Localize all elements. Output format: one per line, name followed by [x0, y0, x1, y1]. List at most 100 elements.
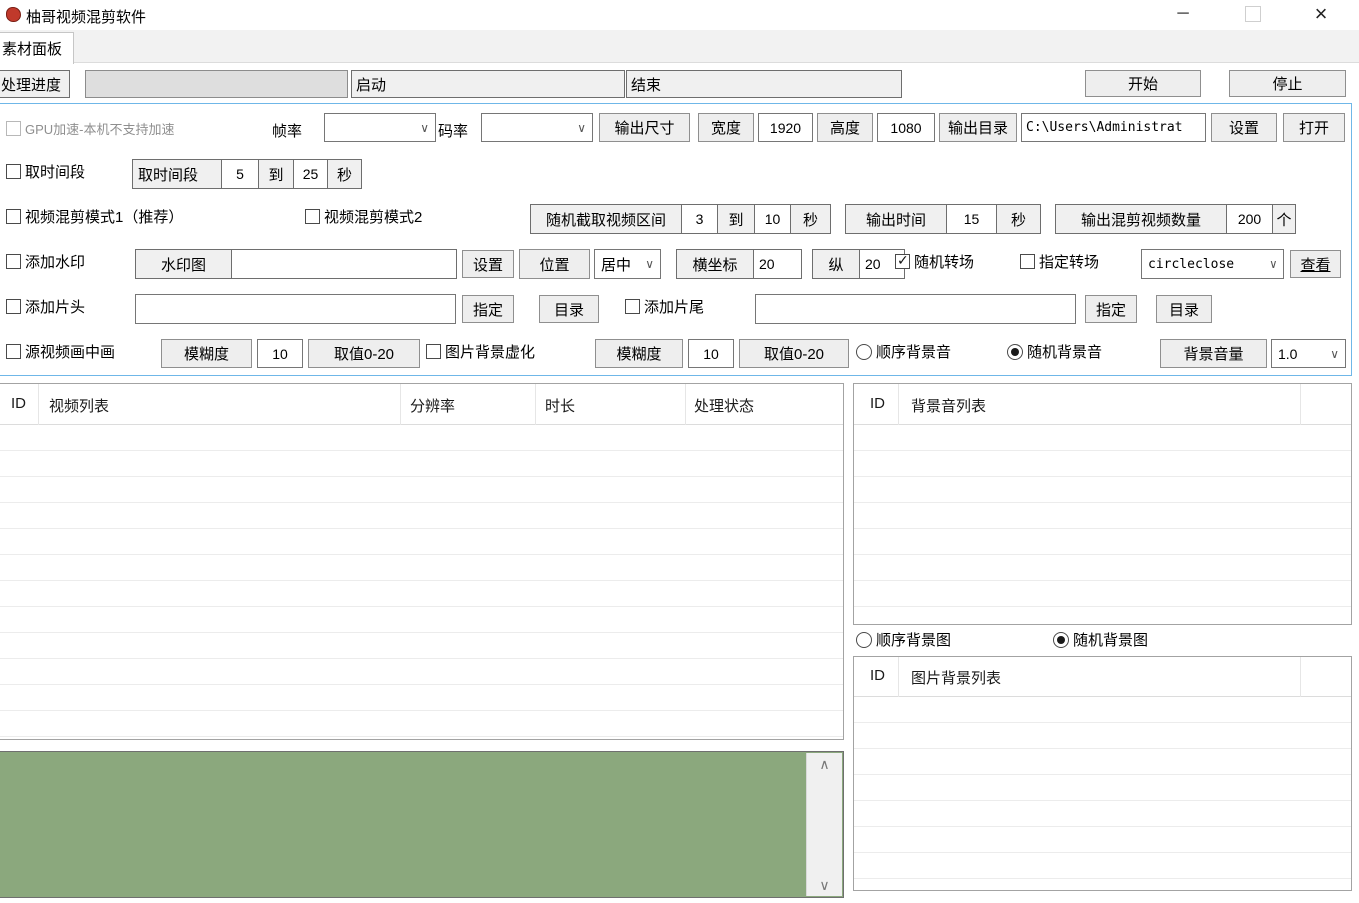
bgm-sequential-label: 顺序背景音: [876, 341, 951, 362]
outro-dir-button[interactable]: 目录: [1156, 295, 1212, 323]
output-size-button[interactable]: 输出尺寸: [599, 113, 690, 142]
tab-strip: 素材面板: [0, 30, 1359, 63]
watermark-label: 添加水印: [25, 251, 85, 272]
dir-set-button[interactable]: 设置: [1211, 113, 1277, 142]
watermark-image-button[interactable]: 水印图: [136, 250, 231, 278]
log-scrollbar[interactable]: ∧ ∨: [806, 753, 842, 896]
intro-input[interactable]: [135, 294, 456, 324]
height-input[interactable]: 1080: [877, 113, 935, 142]
outro-input[interactable]: [755, 294, 1076, 324]
time-segment-group-label: 取时间段: [133, 160, 221, 188]
checkbox-icon[interactable]: [6, 344, 21, 359]
height-button[interactable]: 高度: [817, 113, 873, 142]
x-coord-input[interactable]: 20: [753, 250, 801, 278]
radio-icon[interactable]: [856, 632, 872, 648]
outro-checkbox[interactable]: 添加片尾: [625, 296, 704, 317]
intro-checkbox[interactable]: 添加片头: [6, 296, 85, 317]
close-button[interactable]: ×: [1304, 0, 1338, 28]
checkbox-icon[interactable]: [426, 344, 441, 359]
checkbox-icon[interactable]: [625, 299, 640, 314]
chevron-down-icon: ∨: [1270, 258, 1277, 270]
random-transition-checkbox[interactable]: 随机转场: [895, 251, 974, 272]
end-time-field[interactable]: 结束: [626, 70, 902, 98]
bg-blur-input[interactable]: 10: [688, 339, 734, 368]
output-time-input[interactable]: 15: [946, 205, 996, 233]
count-unit-label: 个: [1272, 205, 1295, 233]
pip-checkbox[interactable]: 源视频画中画: [6, 341, 115, 362]
bg-image-sequential-radio[interactable]: 顺序背景图: [856, 629, 951, 650]
mix-mode1-checkbox[interactable]: 视频混剪模式1（推荐）: [6, 206, 183, 227]
bitrate-select[interactable]: ∨: [481, 113, 593, 142]
bg-blur-button[interactable]: 模糊度: [595, 339, 683, 368]
to-label: 到: [717, 205, 754, 233]
cut-to-input[interactable]: 10: [754, 205, 790, 233]
checkbox-icon[interactable]: [6, 164, 21, 179]
bg-blur-range-button[interactable]: 取值0-20: [739, 339, 849, 368]
intro-specify-button[interactable]: 指定: [462, 295, 514, 323]
dir-open-button[interactable]: 打开: [1283, 113, 1345, 142]
pip-blur-input[interactable]: 10: [257, 339, 303, 368]
time-segment-label: 取时间段: [25, 161, 85, 182]
bg-image-table[interactable]: ID 图片背景列表: [853, 656, 1352, 891]
mix-mode2-checkbox[interactable]: 视频混剪模式2: [305, 206, 422, 227]
width-button[interactable]: 宽度: [698, 113, 754, 142]
position-button[interactable]: 位置: [519, 249, 590, 279]
checkbox-icon[interactable]: [1020, 254, 1035, 269]
bg-image-table-rows: [854, 697, 1351, 890]
maximize-button[interactable]: [1236, 0, 1270, 28]
bgm-volume-select[interactable]: 1.0 ∨: [1271, 339, 1346, 368]
radio-icon[interactable]: [856, 344, 872, 360]
checkbox-icon[interactable]: [6, 254, 21, 269]
video-table[interactable]: ID 视频列表 分辨率 时长 处理状态: [0, 383, 844, 740]
checkbox-icon[interactable]: [305, 209, 320, 224]
framerate-select[interactable]: ∨: [324, 113, 436, 142]
bg-image-random-radio[interactable]: 随机背景图: [1053, 629, 1148, 650]
watermark-checkbox[interactable]: 添加水印: [6, 251, 85, 272]
framerate-label: 帧率: [272, 120, 302, 141]
bgm-random-radio[interactable]: 随机背景音: [1007, 341, 1102, 362]
bgm-table[interactable]: ID 背景音列表: [853, 383, 1352, 625]
checkbox-icon[interactable]: [6, 299, 21, 314]
checkbox-checked-icon[interactable]: [895, 254, 910, 269]
watermark-set-button[interactable]: 设置: [462, 250, 514, 278]
seconds-label: 秒: [996, 205, 1040, 233]
cut-from-input[interactable]: 3: [681, 205, 717, 233]
start-time-field[interactable]: 启动: [351, 70, 625, 98]
radio-checked-icon[interactable]: [1053, 632, 1069, 648]
bgm-col-id: ID: [870, 395, 885, 412]
output-dir-input[interactable]: C:\Users\Administrat: [1021, 113, 1206, 142]
time-from-input[interactable]: 5: [221, 160, 258, 188]
bgm-table-rows: [854, 425, 1351, 624]
scroll-up-icon[interactable]: ∧: [807, 755, 842, 773]
output-dir-button[interactable]: 输出目录: [939, 113, 1017, 142]
log-panel[interactable]: ∧ ∨: [0, 751, 844, 898]
outro-specify-button[interactable]: 指定: [1085, 295, 1137, 323]
width-input[interactable]: 1920: [758, 113, 813, 142]
minimize-button[interactable]: ─: [1166, 0, 1200, 28]
pip-blur-button[interactable]: 模糊度: [161, 339, 252, 368]
watermark-image-input[interactable]: [231, 250, 456, 278]
bgm-volume-button[interactable]: 背景音量: [1160, 339, 1267, 368]
mix-mode1-label: 视频混剪模式1（推荐）: [25, 206, 183, 227]
stop-button[interactable]: 停止: [1229, 70, 1346, 97]
bgm-sequential-radio[interactable]: 顺序背景音: [856, 341, 951, 362]
time-segment-checkbox[interactable]: 取时间段: [6, 161, 85, 182]
specified-transition-checkbox[interactable]: 指定转场: [1020, 251, 1099, 272]
tab-material-panel[interactable]: 素材面板: [0, 32, 74, 64]
view-transition-button[interactable]: 查看: [1290, 250, 1341, 278]
transition-select[interactable]: circleclose ∨: [1141, 249, 1284, 279]
position-select[interactable]: 居中 ∨: [594, 249, 661, 279]
bitrate-label: 码率: [438, 120, 468, 141]
output-count-input[interactable]: 200: [1226, 205, 1272, 233]
pip-blur-range-button[interactable]: 取值0-20: [308, 339, 420, 368]
bg-blur-checkbox[interactable]: 图片背景虚化: [426, 341, 535, 362]
specified-transition-label: 指定转场: [1039, 251, 1099, 272]
x-coord-group: 横坐标 20: [676, 249, 802, 279]
scroll-down-icon[interactable]: ∨: [807, 876, 842, 894]
time-to-input[interactable]: 25: [293, 160, 327, 188]
chevron-down-icon: ∨: [1330, 348, 1339, 360]
intro-dir-button[interactable]: 目录: [539, 295, 599, 323]
checkbox-icon[interactable]: [6, 209, 21, 224]
radio-checked-icon[interactable]: [1007, 344, 1023, 360]
start-button[interactable]: 开始: [1085, 70, 1201, 97]
